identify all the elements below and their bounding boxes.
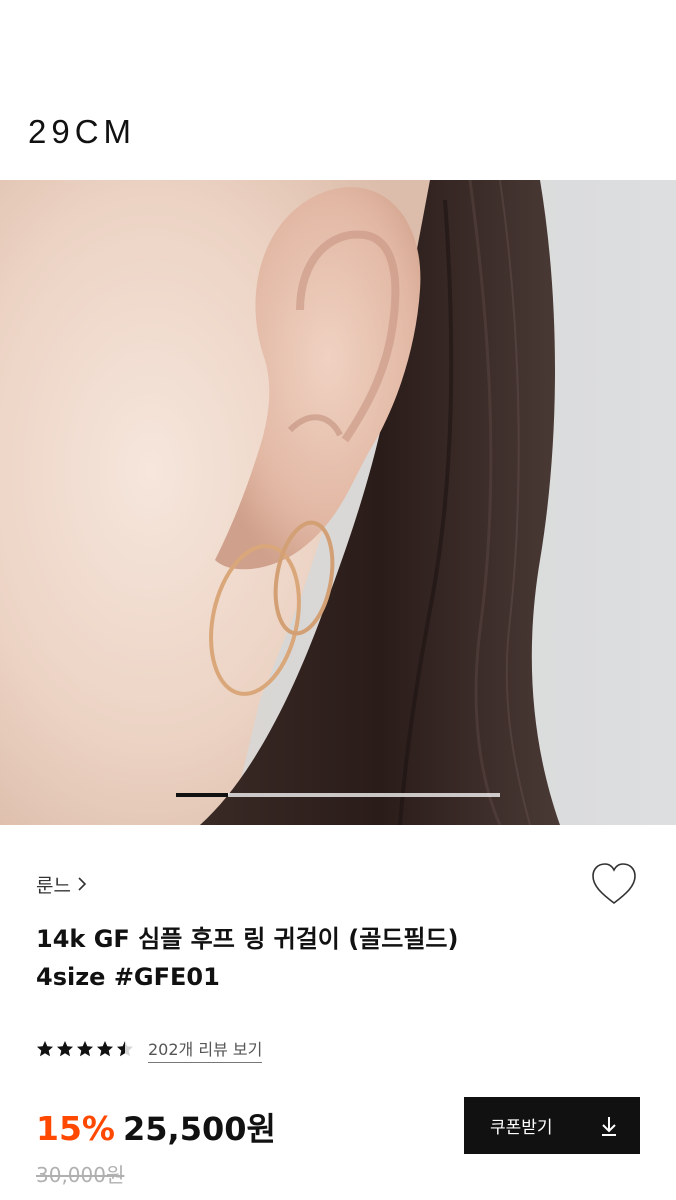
product-photo (0, 180, 676, 825)
star-icon (117, 1041, 133, 1057)
brand-link[interactable]: 룬느 (36, 869, 87, 899)
product-title-line2: 4size #GFE01 (36, 963, 220, 991)
price-row: 15% 25,500원 (36, 1104, 276, 1150)
review-link[interactable]: 202개 리뷰 보기 (148, 1036, 263, 1063)
star-rating (36, 1040, 134, 1058)
rating-row: 202개 리뷰 보기 (36, 1035, 263, 1063)
heart-outline-icon (592, 863, 636, 905)
discount-rate: 15% (36, 1109, 115, 1148)
star-icon (77, 1041, 93, 1057)
coupon-button-label: 쿠폰받기 (490, 1118, 553, 1138)
gallery-progress-bar (176, 793, 500, 797)
app-header: 29CM (0, 0, 676, 180)
download-icon (602, 1116, 616, 1136)
product-image-gallery[interactable] (0, 180, 676, 825)
star-icon (57, 1041, 73, 1057)
brand-logo[interactable]: 29CM (28, 112, 136, 152)
sale-price: 25,500원 (123, 1110, 276, 1148)
original-price: 30,000원 (36, 1163, 125, 1187)
star-icon (37, 1041, 53, 1057)
wishlist-button[interactable] (589, 861, 639, 909)
coupon-button[interactable]: 쿠폰받기 (464, 1097, 640, 1154)
chevron-right-icon (78, 877, 87, 891)
star-icon (97, 1041, 113, 1057)
product-title-line1: 14k GF 심플 후프 링 귀걸이 (골드필드) (36, 925, 459, 953)
brand-name: 룬느 (36, 874, 71, 897)
product-title: 14k GF 심플 후프 링 귀걸이 (골드필드) 4size #GFE01 (36, 920, 596, 996)
gallery-progress-fill (176, 793, 228, 797)
